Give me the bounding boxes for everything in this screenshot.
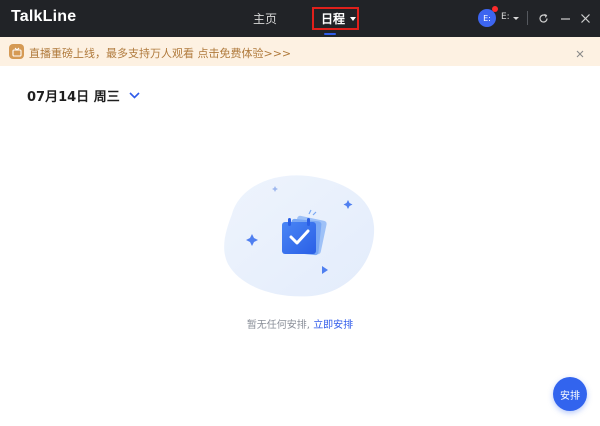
- empty-state-text: 暂无任何安排,: [246, 320, 310, 331]
- close-icon: [576, 50, 584, 58]
- chevron-down-icon[interactable]: [129, 92, 140, 99]
- nav-tab-schedule[interactable]: 日程: [312, 7, 359, 30]
- empty-schedule-illustration: [212, 168, 382, 300]
- refresh-icon: [538, 13, 548, 23]
- calendar-check-illustration-icon: [224, 175, 375, 297]
- nav-tab-schedule-label: 日程: [321, 12, 346, 26]
- promo-banner[interactable]: 直播重磅上线，最多支持万人观看 点击免费体验>>>: [0, 37, 600, 66]
- window-controls-divider: [527, 11, 528, 25]
- close-icon: [580, 13, 590, 23]
- avatar-letter: E:: [483, 13, 491, 23]
- user-menu-caret-icon[interactable]: [513, 17, 519, 20]
- notification-dot: [492, 6, 498, 12]
- minimize-icon: [560, 17, 570, 20]
- add-schedule-button[interactable]: 安排: [553, 377, 587, 411]
- date-selector[interactable]: 07月14日 周三: [27, 86, 140, 105]
- refresh-button[interactable]: [535, 9, 551, 27]
- title-bar: TalkLine 主页 日程 E: E:: [0, 0, 600, 37]
- app-logo: TalkLine: [11, 8, 77, 25]
- empty-state-message: 暂无任何安排, 立即安排: [0, 316, 600, 331]
- user-name[interactable]: E:: [501, 12, 510, 22]
- nav-tab-home[interactable]: 主页: [253, 10, 277, 27]
- banner-close-button[interactable]: [574, 45, 586, 58]
- active-tab-indicator: [324, 33, 336, 35]
- live-broadcast-icon: [9, 44, 24, 59]
- current-date: 07月14日 周三: [27, 90, 120, 105]
- promo-banner-text[interactable]: 直播重磅上线，最多支持万人观看 点击免费体验>>>: [29, 45, 291, 61]
- minimize-button[interactable]: [557, 9, 573, 27]
- caret-down-icon: [350, 16, 357, 21]
- close-window-button[interactable]: [577, 9, 593, 27]
- schedule-now-link[interactable]: 立即安排: [313, 320, 353, 331]
